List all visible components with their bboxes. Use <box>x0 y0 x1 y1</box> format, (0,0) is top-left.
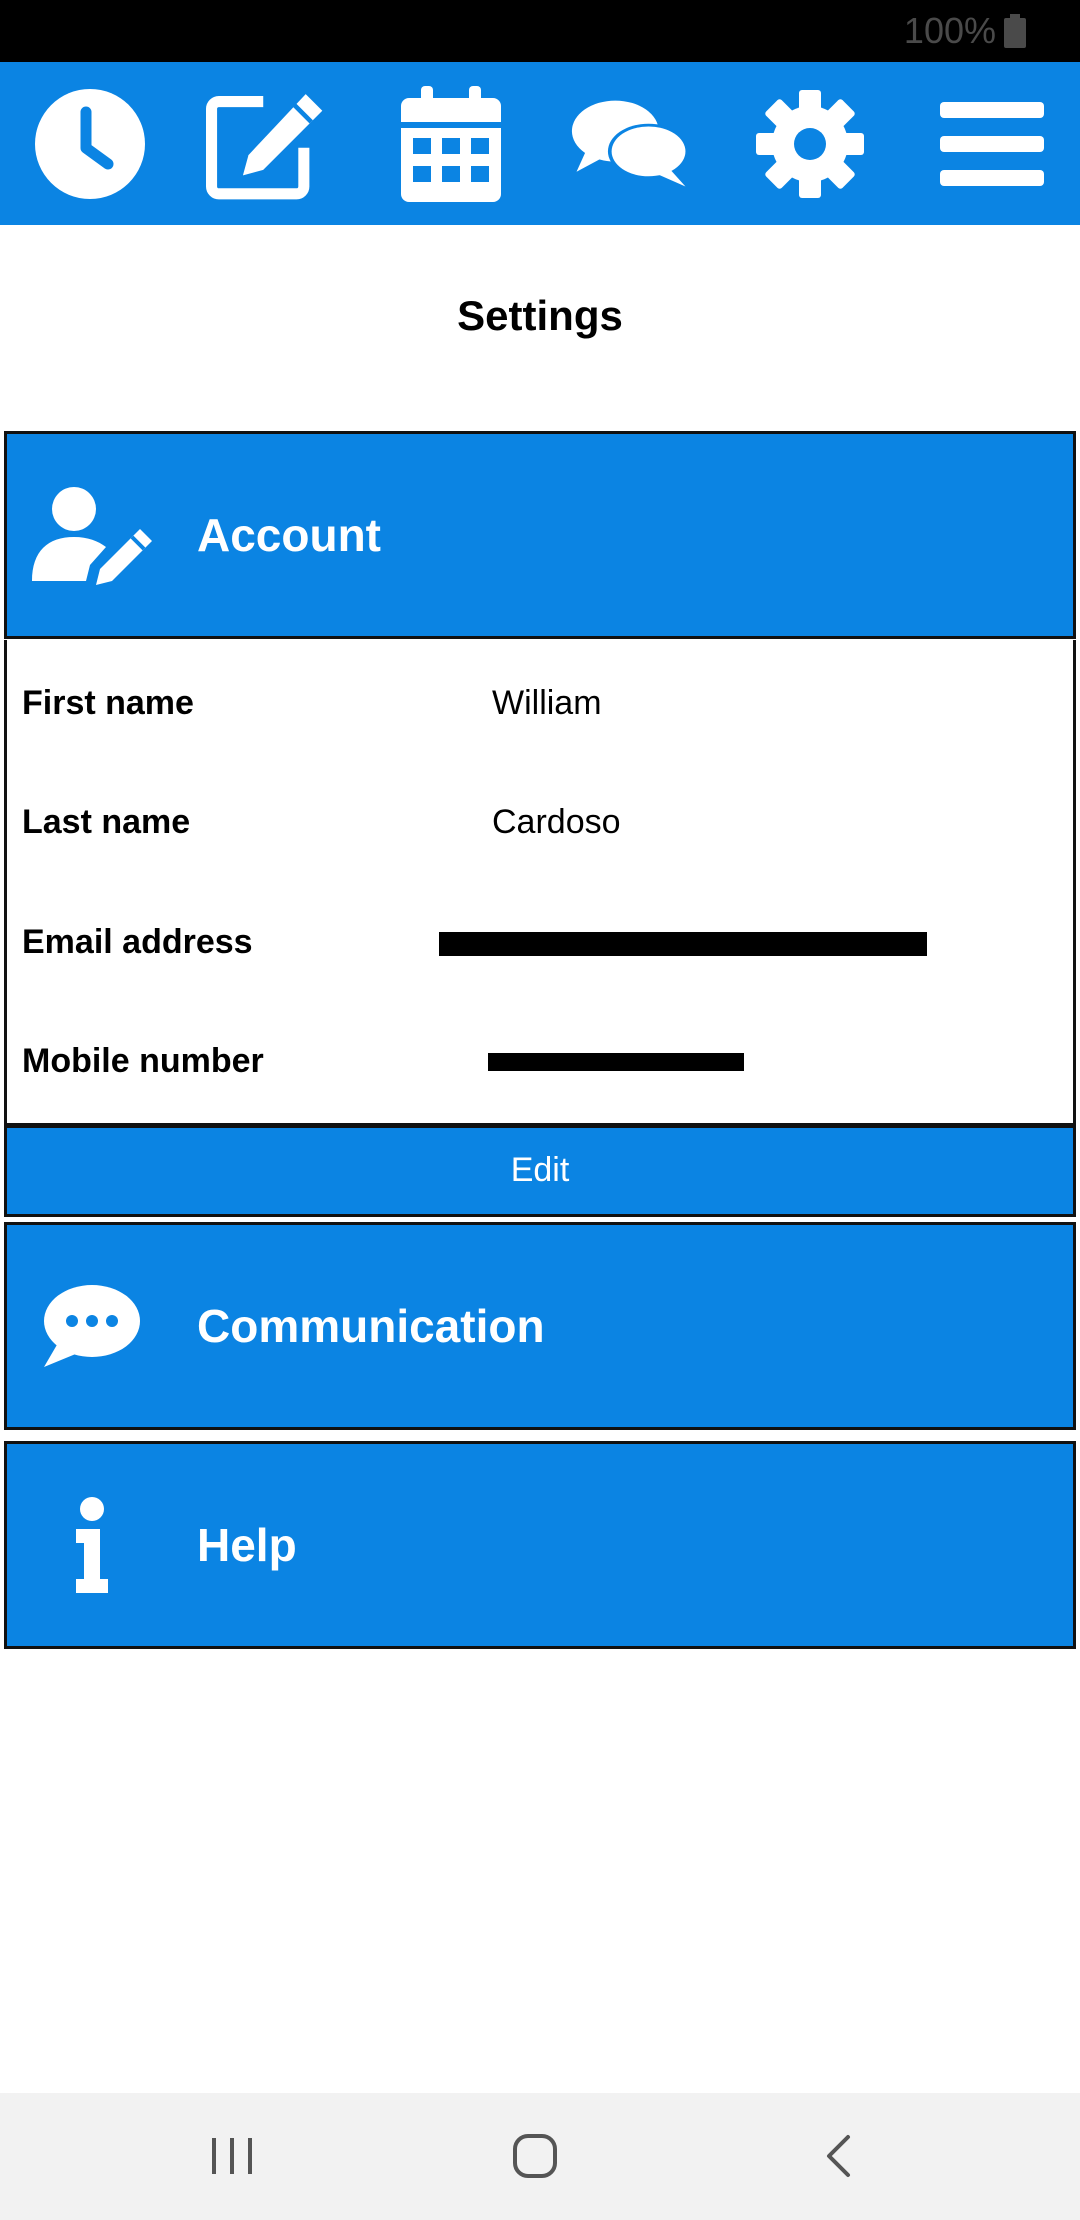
gear-icon <box>756 90 864 198</box>
chat-icon <box>571 100 690 187</box>
email-label: Email address <box>22 923 253 961</box>
status-bar: 100% <box>0 0 1080 62</box>
speech-bubble-icon <box>44 1285 140 1367</box>
menu-button[interactable] <box>932 84 1052 204</box>
new-entry-button[interactable] <box>206 84 326 204</box>
page-title: Settings <box>457 292 623 339</box>
help-section-label: Help <box>197 1519 297 1571</box>
calendar-button[interactable] <box>391 84 511 204</box>
mobile-row: Mobile number <box>7 1031 1073 1091</box>
communication-section-header[interactable]: Communication <box>4 1222 1076 1430</box>
section-icon-wrapper <box>27 1271 157 1381</box>
account-section-label: Account <box>197 509 381 561</box>
account-section-header[interactable]: Account <box>4 431 1076 639</box>
communication-section-label: Communication <box>197 1300 545 1352</box>
back-icon <box>827 2135 850 2177</box>
home-button[interactable] <box>495 2121 575 2191</box>
calendar-icon <box>401 86 501 202</box>
info-icon <box>76 1497 108 1593</box>
last-name-row: Last name Cardoso <box>7 792 1073 852</box>
edit-account-button[interactable]: Edit <box>4 1125 1076 1217</box>
section-icon-wrapper <box>27 1490 157 1600</box>
hamburger-menu-icon <box>940 102 1044 186</box>
help-section-header[interactable]: Help <box>4 1441 1076 1649</box>
first-name-label: First name <box>22 684 194 722</box>
recent-apps-icon <box>212 2138 252 2174</box>
mobile-redaction-bar <box>488 1053 744 1071</box>
edit-icon <box>206 94 323 200</box>
account-details-panel: First name William Last name Cardoso Ema… <box>4 640 1076 1126</box>
user-edit-icon <box>32 487 152 585</box>
first-name-value: William <box>492 684 602 722</box>
settings-button[interactable] <box>750 84 870 204</box>
section-icon-wrapper <box>27 480 157 590</box>
battery-full-icon <box>1004 14 1026 48</box>
first-name-row: First name William <box>7 673 1073 733</box>
top-toolbar <box>0 62 1080 225</box>
home-icon <box>513 2134 557 2178</box>
back-button[interactable] <box>798 2121 878 2191</box>
email-row: Email address <box>7 912 1073 972</box>
system-nav-bar <box>0 2093 1080 2220</box>
email-redaction-bar <box>439 932 927 956</box>
settings-screen: 100% Settings Account First name William… <box>0 0 1080 2220</box>
recent-apps-button[interactable] <box>192 2121 272 2191</box>
messages-button[interactable] <box>571 84 691 204</box>
clock-button[interactable] <box>30 84 150 204</box>
last-name-label: Last name <box>22 803 191 841</box>
clock-icon <box>35 89 145 199</box>
mobile-label: Mobile number <box>22 1042 264 1080</box>
last-name-value: Cardoso <box>492 803 621 841</box>
battery-percentage: 100% <box>903 10 996 51</box>
